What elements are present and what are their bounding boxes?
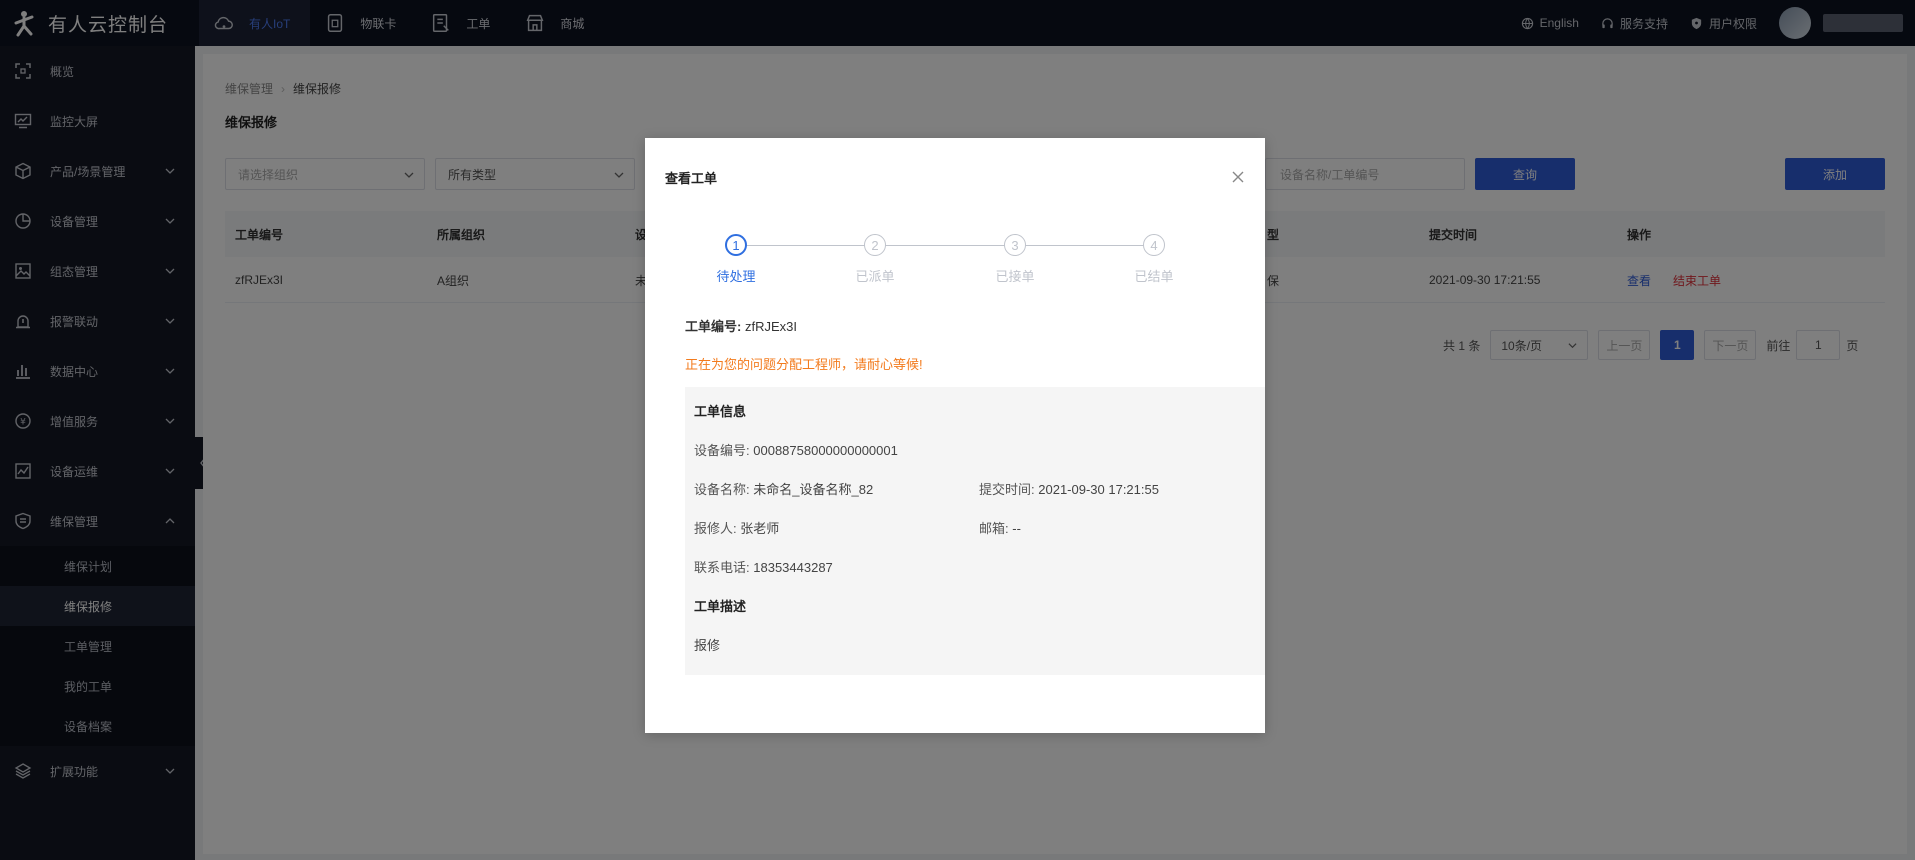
order-number-label: 工单编号: (685, 319, 742, 334)
view-workorder-dialog: 查看工单 1 待处理 2 已派单 3 已接单 4 已结单 工单编号: zfRJE… (645, 138, 1265, 733)
device-no-label: 设备编号: (694, 443, 750, 458)
step-number: 1 (725, 234, 747, 256)
order-number: 工单编号: zfRJEx3I (685, 316, 797, 335)
step-accepted: 3 已接单 (970, 234, 1060, 285)
step-label: 待处理 (716, 269, 756, 284)
assign-notice: 正在为您的问题分配工程师，请耐心等候! (685, 357, 923, 372)
workorder-info-panel: 工单信息 设备编号: 00088758000000000001 设备名称: 未命… (685, 387, 1265, 675)
step-pending: 1 待处理 (691, 234, 781, 285)
submit-time-field: 提交时间: 2021-09-30 17:21:55 (979, 479, 1159, 498)
phone-label: 联系电话: (694, 560, 750, 575)
step-label: 已派单 (855, 269, 895, 284)
phone-value: 18353443287 (753, 560, 833, 575)
order-number-value: zfRJEx3I (744, 319, 797, 334)
submit-time-label: 提交时间: (979, 482, 1035, 497)
device-name-value: 未命名_设备名称_82 (753, 482, 874, 497)
submit-time-value: 2021-09-30 17:21:55 (1038, 482, 1159, 497)
step-closed: 4 已结单 (1109, 234, 1199, 285)
close-icon[interactable] (1231, 170, 1245, 184)
reporter-field: 报修人: 张老师 (694, 518, 779, 537)
device-no-field: 设备编号: 00088758000000000001 (694, 440, 898, 459)
email-field: 邮箱: -- (979, 518, 1021, 537)
reporter-label: 报修人: (694, 521, 737, 536)
desc-section-title: 工单描述 (694, 599, 747, 614)
step-label: 已结单 (1134, 269, 1174, 284)
reporter-value: 张老师 (740, 521, 780, 536)
progress-steps: 1 待处理 2 已派单 3 已接单 4 已结单 (716, 234, 1174, 294)
step-number: 3 (1004, 234, 1026, 256)
device-name-label: 设备名称: (694, 482, 750, 497)
desc-value: 报修 (694, 638, 721, 653)
step-number: 2 (864, 234, 886, 256)
device-name-field: 设备名称: 未命名_设备名称_82 (694, 479, 873, 498)
dialog-title: 查看工单 (665, 171, 718, 186)
email-label: 邮箱: (979, 521, 1009, 536)
device-no-value: 00088758000000000001 (753, 443, 898, 458)
steps-connector-line (736, 245, 1154, 246)
step-label: 已接单 (995, 269, 1035, 284)
step-number: 4 (1143, 234, 1165, 256)
phone-field: 联系电话: 18353443287 (694, 557, 833, 576)
info-section-title: 工单信息 (694, 404, 747, 419)
step-dispatched: 2 已派单 (830, 234, 920, 285)
email-value: -- (1012, 521, 1021, 536)
